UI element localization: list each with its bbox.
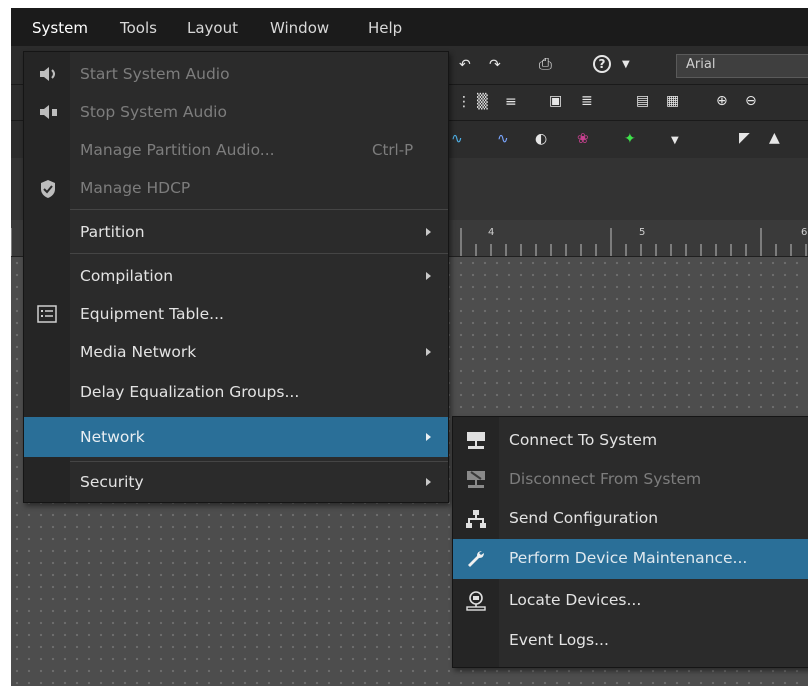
network-submenu: Connect To System Disconnect From System xyxy=(452,416,808,668)
ruler-mark: 6 xyxy=(801,227,808,238)
distribute-icon[interactable]: ▒ xyxy=(477,93,488,111)
menu-item-network[interactable]: Network xyxy=(24,417,448,457)
shield-check-icon xyxy=(41,180,55,198)
menu-bar: System Tools Layout Window Help xyxy=(11,8,808,46)
font-family-select[interactable]: Arial xyxy=(676,54,808,78)
undo-icon[interactable]: ↶ xyxy=(459,56,471,74)
submenu-arrow-icon xyxy=(426,433,431,441)
menu-item-event-logs[interactable]: Event Logs... xyxy=(453,621,808,660)
wave-tool-icon[interactable]: ∿ xyxy=(497,130,509,148)
submenu-arrow-icon xyxy=(426,348,431,356)
grid-columns-icon[interactable]: ▤ xyxy=(636,92,649,110)
connector-icon[interactable]: ✦ xyxy=(624,130,636,148)
chevron-down-icon[interactable]: ▼ xyxy=(671,132,679,150)
disconnect-system-icon xyxy=(467,471,485,488)
find-icon[interactable]: ▣ xyxy=(549,92,562,110)
submenu-arrow-icon xyxy=(426,228,431,236)
ruler-mark: 5 xyxy=(639,227,646,238)
font-family-value: Arial xyxy=(686,57,716,72)
menu-separator xyxy=(70,461,448,462)
submenu-arrow-icon xyxy=(426,272,431,280)
zoom-in-icon[interactable]: ⊕ xyxy=(716,92,728,110)
help-icon[interactable]: ? xyxy=(593,55,611,73)
menu-item-manage-partition-audio[interactable]: Manage Partition Audio... Ctrl-P xyxy=(24,131,448,169)
align-icon[interactable]: ⋮ xyxy=(457,93,471,111)
menu-item-compilation[interactable]: Compilation xyxy=(24,257,448,295)
menu-item-connect-to-system[interactable]: Connect To System xyxy=(453,421,808,460)
redo-icon[interactable]: ↷ xyxy=(489,56,501,74)
speaker-stop-icon xyxy=(40,105,57,119)
curve-tool-icon[interactable]: ∿ xyxy=(451,130,463,148)
menu-system[interactable]: System xyxy=(32,19,88,37)
menu-tools[interactable]: Tools xyxy=(120,19,157,37)
pan-tool-icon[interactable]: ▲ xyxy=(769,129,780,147)
application-window: System Tools Layout Window Help ↶ ↷ ⎙ ? … xyxy=(11,8,808,686)
menu-separator xyxy=(70,209,448,210)
fill-color-icon[interactable]: ◐ xyxy=(535,130,547,148)
chevron-down-icon[interactable]: ▼ xyxy=(622,56,630,74)
layer-icon[interactable]: ≡ xyxy=(505,93,517,111)
shortcut-text: Ctrl-P xyxy=(372,141,414,159)
menu-item-locate-devices[interactable]: Locate Devices... xyxy=(453,581,808,620)
ruler-mark: 4 xyxy=(488,227,495,238)
table-list-icon xyxy=(37,305,57,323)
menu-item-disconnect-from-system[interactable]: Disconnect From System xyxy=(453,460,808,499)
menu-window[interactable]: Window xyxy=(270,19,329,37)
locate-devices-icon xyxy=(466,591,486,611)
menu-item-stop-system-audio[interactable]: Stop System Audio xyxy=(24,93,448,131)
print-icon[interactable]: ⎙ xyxy=(539,55,552,73)
menu-item-media-network[interactable]: Media Network xyxy=(24,333,448,371)
pointer-tool-icon[interactable]: ◤ xyxy=(739,129,750,147)
grid-icon[interactable]: ▦ xyxy=(666,92,679,110)
menu-item-start-system-audio[interactable]: Start System Audio xyxy=(24,55,448,93)
menu-item-delay-equalization-groups[interactable]: Delay Equalization Groups... xyxy=(24,373,448,411)
line-color-icon[interactable]: ❀ xyxy=(577,130,589,148)
zoom-out-icon[interactable]: ⊖ xyxy=(745,92,757,110)
system-menu: Start System Audio Stop System Audio Man… xyxy=(23,51,449,503)
connect-system-icon xyxy=(467,432,485,449)
stack-icon[interactable]: ≣ xyxy=(581,92,593,110)
menu-separator xyxy=(70,253,448,254)
wrench-icon xyxy=(468,551,484,567)
menu-item-send-configuration[interactable]: Send Configuration xyxy=(453,499,808,538)
menu-item-equipment-table[interactable]: Equipment Table... xyxy=(24,295,448,333)
menu-item-security[interactable]: Security xyxy=(24,463,448,501)
menu-layout[interactable]: Layout xyxy=(187,19,238,37)
submenu-arrow-icon xyxy=(426,478,431,486)
menu-help[interactable]: Help xyxy=(368,19,402,37)
speaker-play-icon xyxy=(40,67,55,81)
menu-item-manage-hdcp[interactable]: Manage HDCP xyxy=(24,169,448,207)
menu-item-perform-device-maintenance[interactable]: Perform Device Maintenance... xyxy=(453,539,808,579)
network-tree-icon xyxy=(466,510,486,528)
menu-item-partition[interactable]: Partition xyxy=(24,213,448,251)
